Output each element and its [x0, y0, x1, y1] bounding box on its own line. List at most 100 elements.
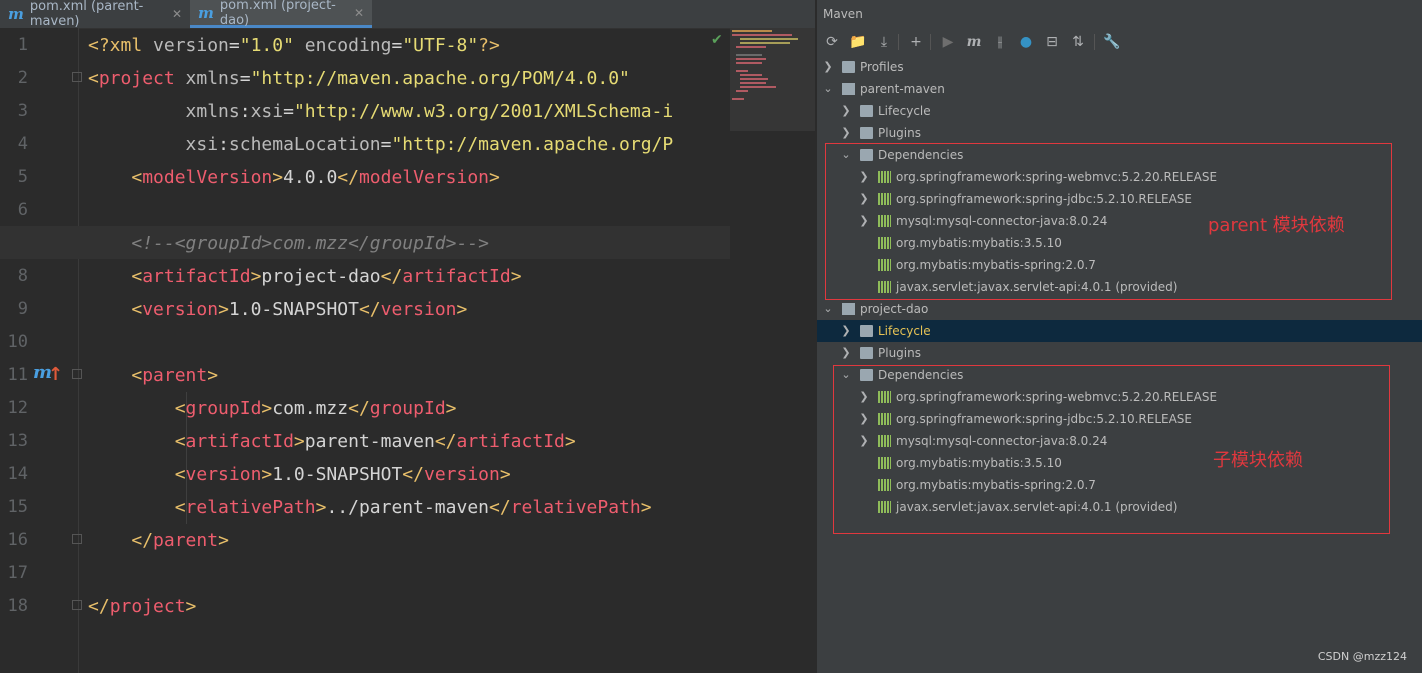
code-line-14: <version>1.0-SNAPSHOT</version> — [174, 464, 511, 485]
code-line-7: <!--<groupId>com.mzz</groupId>--> — [131, 233, 489, 254]
code-line-5: <modelVersion>4.0.0</modelVersion> — [131, 167, 500, 188]
fold-marker-icon[interactable] — [72, 600, 82, 610]
line-number: 6 — [17, 200, 28, 220]
tree-label: Profiles — [860, 60, 904, 74]
code-line-9: <version>1.0-SNAPSHOT</version> — [131, 299, 468, 320]
tree-label: Lifecycle — [878, 104, 931, 118]
chevron-down-icon[interactable]: ⌄ — [823, 298, 833, 320]
code-line-8: <artifactId>project-dao</artifactId> — [131, 266, 522, 287]
close-icon[interactable]: ✕ — [354, 6, 364, 20]
maven-tool-window: Maven ⟳ 📁 ⤓ + ▶ m ⫲ ● ⊟ ⇅ 🔧 ❯ Profiles ⌄… — [816, 0, 1422, 673]
chevron-right-icon[interactable]: ❯ — [841, 122, 851, 144]
line-number: 12 — [7, 398, 28, 418]
collapse-all-icon[interactable]: ⇅ — [1068, 32, 1088, 52]
code-line-11: <parent> — [131, 365, 219, 386]
tab-label: pom.xml (parent-maven) — [29, 0, 144, 29]
chevron-right-icon[interactable]: ❯ — [841, 342, 851, 364]
add-icon[interactable]: + — [906, 32, 926, 52]
tab-pom-project-dao[interactable]: m pom.xml (project-dao) ✕ — [190, 0, 372, 28]
maven-panel-title: Maven — [823, 7, 863, 21]
line-gutter: 1 2 3 4 5 6 7 8 9 10 11 12 13 14 15 16 1… — [0, 28, 82, 673]
skip-tests-icon[interactable]: ● — [1016, 32, 1036, 52]
close-icon[interactable]: ✕ — [172, 7, 182, 21]
line-number: 14 — [7, 464, 28, 484]
navigate-up-arrow-icon[interactable]: ↑ — [48, 364, 63, 385]
no-problems-check-icon[interactable]: ✔ — [711, 32, 723, 48]
tree-label: project-dao — [860, 302, 929, 316]
tree-item-parent-maven[interactable]: ⌄ parent-maven — [817, 78, 1422, 100]
tree-label: Plugins — [878, 346, 921, 360]
download-icon[interactable]: ⤓ — [874, 32, 894, 52]
tree-item-plugins[interactable]: ❯ Plugins — [817, 122, 1422, 144]
tree-item-lifecycle[interactable]: ❯ Lifecycle — [817, 100, 1422, 122]
chevron-right-icon[interactable]: ❯ — [841, 320, 851, 342]
tree-item-profiles[interactable]: ❯ Profiles — [817, 56, 1422, 78]
settings-wrench-icon[interactable]: 🔧 — [1102, 32, 1122, 52]
code-line-2: <project xmlns="http://maven.apache.org/… — [88, 68, 630, 89]
chevron-down-icon[interactable]: ⌄ — [823, 78, 833, 100]
fold-marker-icon[interactable] — [72, 369, 82, 379]
tab-pom-parent-maven[interactable]: m pom.xml (parent-maven) ✕ — [0, 0, 190, 29]
line-number: 1 — [17, 35, 28, 55]
lifecycle-folder-icon — [860, 105, 873, 117]
toggle-offline-icon[interactable]: ⫲ — [990, 32, 1010, 52]
maven-goal-icon[interactable]: m — [964, 32, 984, 52]
line-number: 9 — [17, 299, 28, 319]
line-number: 2 — [17, 68, 28, 88]
code-area[interactable]: <?xml version="1.0" encoding="UTF-8"?> <… — [88, 28, 730, 673]
line-number: 8 — [17, 266, 28, 286]
child-dependencies-highlight-box — [833, 365, 1390, 534]
tree-item-project-dao[interactable]: ⌄ project-dao — [817, 298, 1422, 320]
line-number: 13 — [7, 431, 28, 451]
line-number: 15 — [7, 497, 28, 517]
tree-label: Plugins — [878, 126, 921, 140]
tree-item-lifecycle-selected[interactable]: ❯ Lifecycle — [817, 320, 1422, 342]
maven-file-icon: m — [198, 3, 214, 22]
line-number: 18 — [7, 596, 28, 616]
lifecycle-folder-icon — [860, 325, 873, 337]
run-icon[interactable]: ▶ — [938, 32, 958, 52]
code-line-1: <?xml version="1.0" encoding="UTF-8"?> — [88, 35, 500, 56]
toolbar-divider — [930, 34, 931, 50]
fold-marker-icon[interactable] — [72, 534, 82, 544]
code-line-13: <artifactId>parent-maven</artifactId> — [174, 431, 576, 452]
maven-toolbar: ⟳ 📁 ⤓ + ▶ m ⫲ ● ⊟ ⇅ 🔧 — [817, 30, 1422, 54]
code-line-16: </parent> — [131, 530, 229, 551]
editor-tab-bar: m pom.xml (parent-maven) ✕ m pom.xml (pr… — [0, 0, 815, 29]
child-dependencies-annotation: 子模块依赖 — [1213, 450, 1303, 471]
editor-pane: m pom.xml (parent-maven) ✕ m pom.xml (pr… — [0, 0, 815, 673]
code-minimap[interactable] — [730, 28, 815, 131]
line-number: 5 — [17, 167, 28, 187]
fold-marker-icon[interactable] — [72, 72, 82, 82]
code-line-18: </project> — [88, 596, 197, 617]
line-number: 11 — [7, 365, 28, 385]
parent-dependencies-annotation: parent 模块依赖 — [1208, 215, 1345, 236]
chevron-right-icon[interactable]: ❯ — [823, 56, 833, 78]
show-dependencies-icon[interactable]: ⊟ — [1042, 32, 1062, 52]
watermark: CSDN @mzz124 — [1317, 650, 1407, 663]
tree-label: parent-maven — [860, 82, 945, 96]
line-number: 17 — [7, 563, 28, 583]
tree-item-plugins[interactable]: ❯ Plugins — [817, 342, 1422, 364]
toolbar-divider — [1094, 34, 1095, 50]
line-number: 4 — [17, 134, 28, 154]
toolbar-divider — [898, 34, 899, 50]
line-number: 16 — [7, 530, 28, 550]
maven-module-icon — [842, 303, 855, 315]
plugins-folder-icon — [860, 347, 873, 359]
code-line-3: xmlns:xsi="http://www.w3.org/2001/XMLSch… — [185, 101, 674, 122]
code-line-15: <relativePath>../parent-maven</relativeP… — [174, 497, 652, 518]
reload-folder-icon[interactable]: 📁 — [848, 32, 868, 52]
tree-label: Lifecycle — [878, 324, 931, 338]
code-line-12: <groupId>com.mzz</groupId> — [174, 398, 457, 419]
line-number: 10 — [7, 332, 28, 352]
profiles-icon — [842, 61, 855, 73]
reload-icon[interactable]: ⟳ — [822, 32, 842, 52]
maven-file-icon: m — [8, 5, 24, 23]
tab-label: pom.xml (project-dao) — [219, 0, 336, 28]
code-line-4: xsi:schemaLocation="http://maven.apache.… — [185, 134, 674, 155]
maven-module-icon — [842, 83, 855, 95]
chevron-right-icon[interactable]: ❯ — [841, 100, 851, 122]
plugins-folder-icon — [860, 127, 873, 139]
line-number: 3 — [17, 101, 28, 121]
